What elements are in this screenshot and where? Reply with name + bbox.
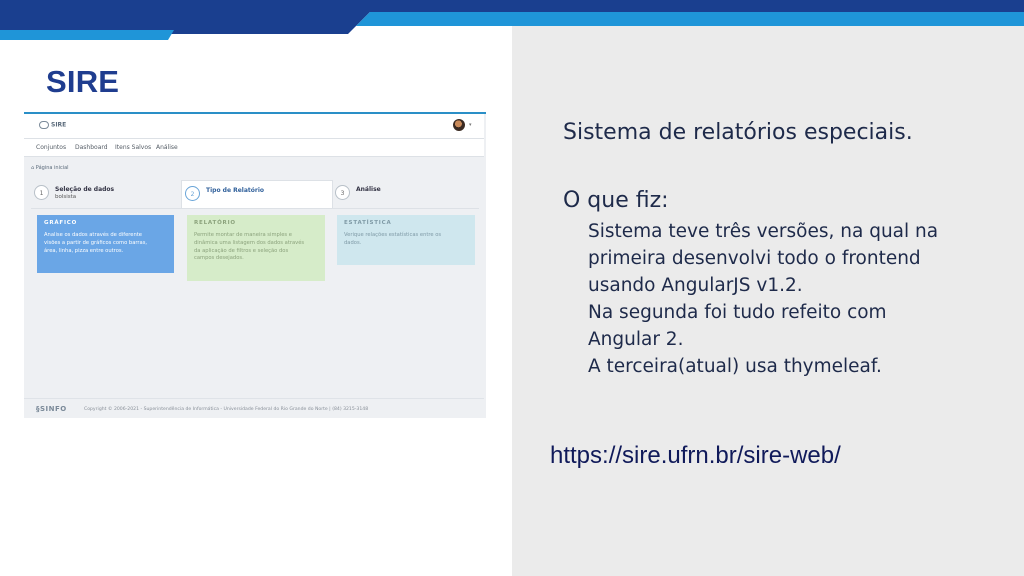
nav-item-conjuntos[interactable]: Conjuntos xyxy=(36,144,66,151)
app-nav: Conjuntos Dashboard Itens Salvos Análise xyxy=(24,139,484,157)
body-line-3: usando AngularJS v1.2. xyxy=(588,275,803,296)
step-2[interactable]: 2 Tipo de Relatório xyxy=(181,180,333,209)
card-title: ESTATÍSTICA xyxy=(344,220,392,226)
app-screenshot: SIRE ▾ Conjuntos Dashboard Itens Salvos … xyxy=(24,112,486,418)
breadcrumb-label: Página inicial xyxy=(35,165,69,171)
app-footer: §SINFO Copyright © 2006-2021 - Superinte… xyxy=(24,398,484,418)
step-number: 3 xyxy=(335,185,350,200)
step-number: 2 xyxy=(185,186,200,201)
step-1[interactable]: 1 Seleção de dados bolsista xyxy=(31,180,181,208)
steps-divider xyxy=(31,208,479,209)
subheading: O que fiz: xyxy=(563,188,669,213)
card-title: RELATÓRIO xyxy=(194,220,236,226)
card-grafico[interactable]: GRÁFICO Analise os dados através de dife… xyxy=(37,215,174,273)
card-title: GRÁFICO xyxy=(44,220,78,226)
app-logo-text: SIRE xyxy=(51,121,67,129)
step-sublabel: bolsista xyxy=(55,194,77,200)
card-relatorio[interactable]: RELATÓRIO Permite montar de maneira simp… xyxy=(187,215,325,281)
chevron-down-icon[interactable]: ▾ xyxy=(469,122,472,128)
sire-logo-icon xyxy=(39,121,49,129)
sinfo-logo-text: SINFO xyxy=(40,405,67,413)
body-line-2: primeira desenvolvi todo o frontend xyxy=(588,248,921,269)
card-description: Analise os dados através de diferente vi… xyxy=(44,232,148,254)
sinfo-logo: §SINFO xyxy=(36,405,67,413)
body-line-5: Angular 2. xyxy=(588,329,684,350)
step-label: Tipo de Relatório xyxy=(206,187,265,194)
body-line-4: Na segunda foi tudo refeito com xyxy=(588,302,887,323)
body-line-1: Sistema teve três versões, na qual na xyxy=(588,221,939,242)
nav-item-itens-salvos[interactable]: Itens Salvos xyxy=(115,144,151,151)
card-description: Permite montar de maneira simples e dinâ… xyxy=(194,232,305,262)
step-3[interactable]: 3 Análise xyxy=(332,180,480,208)
breadcrumb[interactable]: ⌂ Página inicial xyxy=(31,165,69,171)
ribbon-light-band xyxy=(356,12,1024,26)
app-logo[interactable]: SIRE xyxy=(39,121,66,129)
card-estatistica[interactable]: ESTATÍSTICA Verique relações estatística… xyxy=(337,215,475,265)
body-line-6: A terceira(atual) usa thymeleaf. xyxy=(588,356,882,377)
top-ribbon xyxy=(0,0,1024,40)
ribbon-light-left xyxy=(0,30,174,40)
app-header: SIRE ▾ xyxy=(24,114,484,139)
step-label: Análise xyxy=(356,186,381,193)
avatar[interactable] xyxy=(453,119,465,131)
footer-copyright: Copyright © 2006-2021 - Superintendência… xyxy=(84,407,369,412)
nav-item-dashboard[interactable]: Dashboard xyxy=(75,144,108,151)
slide-title: SIRE xyxy=(46,64,120,99)
step-number: 1 xyxy=(34,185,49,200)
step-label: Seleção de dados xyxy=(55,186,115,193)
home-icon: ⌂ xyxy=(31,165,35,171)
project-url-link[interactable]: https://sire.ufrn.br/sire-web/ xyxy=(550,442,841,470)
nav-item-analise[interactable]: Análise xyxy=(156,144,178,151)
heading: Sistema de relatórios especiais. xyxy=(563,120,913,145)
card-description: Verique relações estatísticas entre os d… xyxy=(344,232,442,246)
